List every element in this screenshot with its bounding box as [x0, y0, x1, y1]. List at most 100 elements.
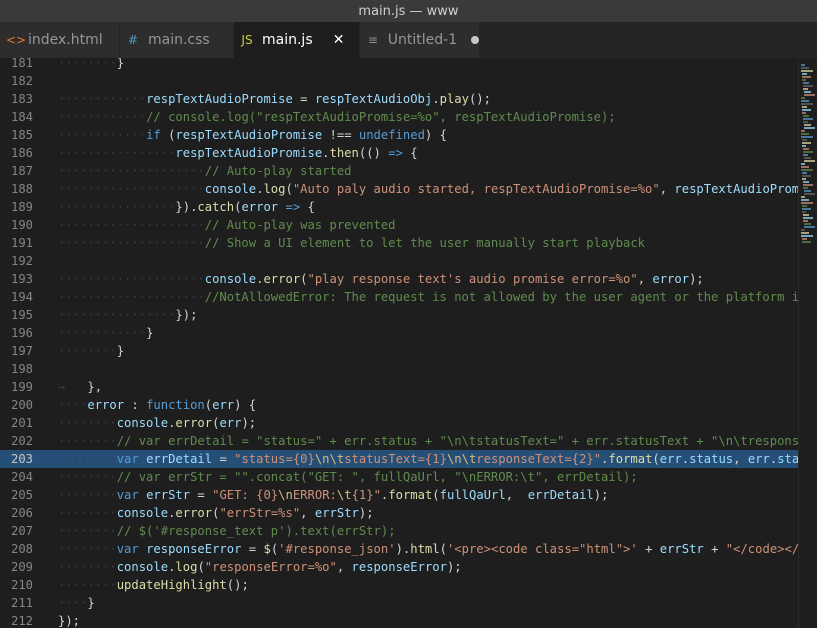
- code-token: $: [263, 542, 271, 556]
- code-token: =: [292, 92, 315, 106]
- line-number: 206: [10, 506, 33, 520]
- minimap-line: [802, 238, 807, 240]
- code-token: error: [652, 272, 690, 286]
- code-token: =>: [388, 146, 403, 160]
- minimap-line: [802, 139, 807, 141]
- code-line[interactable]: 193 ····················console.error("pl…: [0, 270, 798, 288]
- code-line[interactable]: 187 ····················// Auto-play star…: [0, 162, 798, 180]
- minimap[interactable]: [798, 58, 817, 628]
- code-line[interactable]: 210 ········updateHighlight();: [0, 576, 798, 594]
- minimap-line: [801, 130, 805, 132]
- code-token: respTextAudioObj: [314, 92, 433, 106]
- code-token: error: [175, 416, 213, 430]
- code-line[interactable]: 202 ········// var errDetail = "status=" …: [0, 432, 798, 450]
- code-token: errStr: [659, 542, 704, 556]
- minimap-line: [804, 91, 811, 93]
- code-token: var: [116, 488, 139, 502]
- code-token: +: [703, 542, 726, 556]
- code-line[interactable]: 203 ········var errDetail = "status={0}\n…: [0, 450, 798, 468]
- line-number: 207: [10, 524, 33, 538]
- code-token: console: [204, 182, 257, 196]
- whitespace-marker: ············: [58, 92, 147, 106]
- tab-main-css[interactable]: # main.css: [120, 22, 234, 58]
- code-line[interactable]: 190 ····················// Auto-play was …: [0, 216, 798, 234]
- line-number: 203: [10, 452, 33, 466]
- code-line[interactable]: 183 ············respTextAudioPromise = re…: [0, 90, 798, 108]
- line-number: 209: [10, 560, 33, 574]
- code-token: =: [241, 542, 264, 556]
- whitespace-marker: ········: [58, 524, 117, 538]
- minimap-line: [803, 220, 808, 222]
- code-line[interactable]: 206 ········console.error("errStr=%s", er…: [0, 504, 798, 522]
- code-token: ERROR:: [292, 488, 337, 502]
- minimap-line: [803, 85, 813, 87]
- code-token: (: [300, 272, 308, 286]
- code-token: \n\t: [446, 452, 477, 466]
- code-token: }: [87, 596, 95, 610]
- minimap-line: [803, 82, 809, 84]
- whitespace-marker: ················: [58, 308, 176, 322]
- code-token: (: [204, 398, 213, 412]
- code-token: ((): [358, 146, 389, 160]
- minimap-line: [801, 229, 805, 231]
- minimap-line: [803, 115, 809, 117]
- code-line[interactable]: 196 ············}: [0, 324, 798, 342]
- code-token: ).: [395, 542, 411, 556]
- code-editor[interactable]: 181 ········} 182 183 ············respTextAu…: [0, 58, 798, 628]
- code-line[interactable]: 186 ················respTextAudioPromise.…: [0, 144, 798, 162]
- code-token: (: [652, 452, 660, 466]
- code-line[interactable]: 182: [0, 72, 798, 90]
- line-code: ····················console.log("Auto pa…: [58, 180, 798, 198]
- code-line[interactable]: 189 ················}).catch(error => {: [0, 198, 798, 216]
- minimap-line: [802, 178, 806, 180]
- code-line[interactable]: 198: [0, 360, 798, 378]
- code-line[interactable]: 212});: [0, 612, 798, 628]
- code-line[interactable]: 188 ····················console.log("Auto…: [0, 180, 798, 198]
- code-token: !==: [322, 128, 359, 142]
- code-line[interactable]: 209 ········console.log("responseError=%o…: [0, 558, 798, 576]
- code-token: =: [190, 488, 213, 502]
- code-token: ,: [336, 560, 352, 574]
- code-token: (: [197, 560, 205, 574]
- code-line[interactable]: 208 ········var responseError = $ ('#respo…: [0, 540, 798, 558]
- line-number: 210: [10, 578, 33, 592]
- code-token: {1}": [351, 488, 381, 502]
- code-token: error: [87, 398, 125, 412]
- line-number: 204: [10, 470, 33, 484]
- tab-index-html[interactable]: <> index.html: [0, 22, 120, 58]
- code-line[interactable]: 197 ········}: [0, 342, 798, 360]
- code-line[interactable]: 192: [0, 252, 798, 270]
- code-line[interactable]: 194 ····················//NotAllowedError…: [0, 288, 798, 306]
- whitespace-marker: ············: [58, 128, 147, 142]
- code-token: "status={0}: [234, 452, 315, 466]
- line-number: 195: [10, 308, 33, 322]
- close-tab-icon[interactable]: ✕: [331, 32, 347, 48]
- unsaved-dot-icon[interactable]: [471, 36, 479, 44]
- code-line[interactable]: 191 ····················// Show a UI elem…: [0, 234, 798, 252]
- minimap-line: [802, 205, 807, 207]
- line-code: ············respTextAudioPromise = respT…: [58, 90, 491, 108]
- code-line[interactable]: 199 → },: [0, 378, 798, 396]
- code-line[interactable]: 185 ············if (respTextAudioPromise …: [0, 126, 798, 144]
- code-token: ,: [659, 182, 675, 196]
- code-line[interactable]: 201 ········console.error(err);: [0, 414, 798, 432]
- tab-untitled-1[interactable]: ≡ Untitled-1: [360, 22, 480, 58]
- code-line[interactable]: 211 ····}: [0, 594, 798, 612]
- line-code: ········// var errStr = "".concat("GET: …: [58, 468, 638, 486]
- tab-label: index.html: [28, 32, 103, 48]
- code-token: log: [263, 182, 286, 196]
- minimap-line: [804, 190, 811, 192]
- code-token: errDetail: [146, 452, 213, 466]
- whitespace-marker: ····················: [58, 182, 205, 196]
- code-line[interactable]: 184 ············// console.log("respTextA…: [0, 108, 798, 126]
- minimap-line: [804, 94, 815, 96]
- code-line[interactable]: 204 ········// var errStr = "".concat("GE…: [0, 468, 798, 486]
- code-line[interactable]: 181 ········}: [0, 58, 798, 72]
- code-line[interactable]: 205 ········var errStr = "GET: {0}\nERROR…: [0, 486, 798, 504]
- code-line[interactable]: 207 ········// $('#response_text p').text…: [0, 522, 798, 540]
- code-line[interactable]: 200 ····error : function(err) {: [0, 396, 798, 414]
- minimap-line: [801, 232, 809, 234]
- tab-main-js[interactable]: JS main.js ✕: [234, 22, 360, 58]
- line-code: → },: [58, 378, 102, 396]
- code-line[interactable]: 195 ················});: [0, 306, 798, 324]
